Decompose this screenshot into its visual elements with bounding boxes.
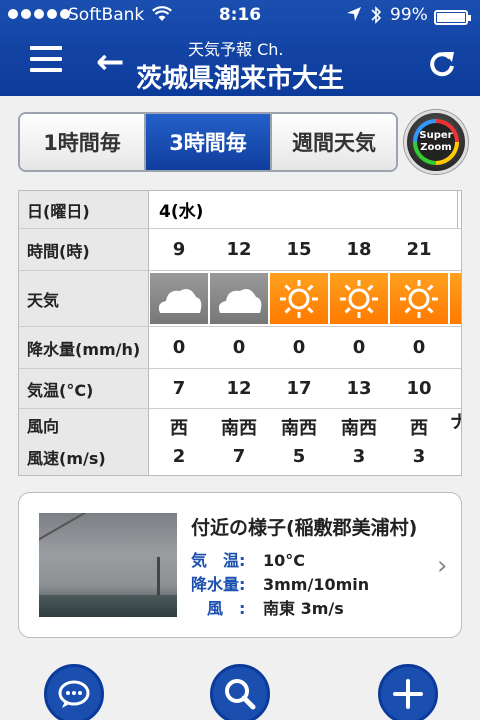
wind-dir-value: ナ bbox=[450, 409, 461, 437]
date-main: 4(水) bbox=[159, 202, 204, 222]
wind-speed-value: 3 bbox=[412, 446, 426, 467]
wind-cell: 西2 bbox=[149, 409, 209, 475]
channel-subtitle: 天気予報 Ch. bbox=[188, 40, 284, 59]
temp-cell: 13 bbox=[346, 378, 372, 399]
wind-dir-value: 南西 bbox=[341, 418, 377, 439]
nearby-wind-label: 風 : bbox=[191, 599, 246, 618]
wind-dir-value: 西 bbox=[170, 418, 188, 439]
wind-dir-value: 西 bbox=[410, 418, 428, 439]
label-date: 日(曜日) bbox=[19, 191, 149, 228]
precip-cell: 0 bbox=[172, 337, 186, 358]
wind-dir-value: 南西 bbox=[221, 418, 257, 439]
sunny-icon bbox=[450, 273, 461, 324]
row-precip: 降水量(mm/h) 0 0 0 0 0 bbox=[19, 327, 461, 369]
sunny-icon bbox=[270, 273, 328, 324]
row-temp: 気温(°C) 7 12 17 13 10 bbox=[19, 369, 461, 409]
nearby-temp: 気 温: 10°C bbox=[191, 547, 305, 571]
label-weather: 天気 bbox=[19, 271, 149, 326]
temp-cell: 17 bbox=[286, 378, 312, 399]
tab-1-hour[interactable]: 1時間毎 bbox=[20, 114, 144, 170]
nearby-precip-label: 降水量: bbox=[191, 575, 246, 594]
menu-button[interactable] bbox=[30, 46, 62, 76]
wind-cell: 南西 3 bbox=[329, 409, 389, 475]
wind-speed-value: 2 bbox=[172, 446, 186, 467]
wind-dir-value: 南西 bbox=[281, 418, 317, 439]
label-wind-dir: 風向 bbox=[27, 417, 60, 436]
precip-cell: 0 bbox=[412, 337, 426, 358]
battery-percent: 99% bbox=[390, 5, 428, 25]
wind-speed-value: 3 bbox=[352, 446, 366, 467]
hours-cell: 21 bbox=[406, 239, 432, 260]
wind-cell: 南西 7 bbox=[209, 409, 269, 475]
nearby-precip-value: 3mm/10min bbox=[263, 575, 370, 594]
wind-cell-partial: ナ bbox=[449, 409, 461, 475]
row-weather: 天気 bbox=[19, 271, 461, 327]
cloudy-icon bbox=[150, 273, 208, 324]
header-bar: SoftBank 8:16 99% ← 天気予報 Ch. 茨城県潮来市大生 bbox=[0, 0, 480, 96]
wind-speed-value: 5 bbox=[292, 446, 306, 467]
search-button[interactable] bbox=[210, 664, 270, 720]
cloudy-icon bbox=[210, 273, 268, 324]
nearby-wind-value: 南東 3m/s bbox=[263, 599, 344, 618]
row-date: 日(曜日) 4(水) 5 bbox=[19, 191, 461, 229]
chat-icon bbox=[58, 680, 90, 708]
label-wind: 風向 風速(m/s) bbox=[19, 409, 149, 475]
refresh-icon[interactable] bbox=[422, 44, 462, 84]
temp-cell: 12 bbox=[226, 378, 252, 399]
nearby-title: 付近の様子(稲敷郡美浦村) bbox=[191, 517, 418, 539]
label-precip: 降水量(mm/h) bbox=[19, 327, 149, 368]
precip-cell: 0 bbox=[292, 337, 306, 358]
nearby-precip: 降水量: 3mm/10min bbox=[191, 571, 369, 595]
row-wind: 風向 風速(m/s) 西2南西7南西5南西3西3ナ bbox=[19, 409, 461, 475]
back-arrow-icon[interactable]: ← bbox=[96, 42, 125, 82]
wind-speed-value: 7 bbox=[232, 446, 246, 467]
sunny-icon bbox=[330, 273, 388, 324]
location-arrow-icon bbox=[346, 6, 362, 27]
precip-cell: 0 bbox=[352, 337, 366, 358]
nearby-conditions-card[interactable]: 付近の様子(稲敷郡美浦村) 気 温: 10°C 降水量: 3mm/10min 風 :… bbox=[18, 492, 462, 638]
status-bar: SoftBank 8:16 99% bbox=[0, 0, 480, 32]
interval-tabs: 1時間毎 3時間毎 週間天気 bbox=[18, 112, 398, 172]
search-icon bbox=[225, 679, 256, 710]
bluetooth-icon bbox=[370, 5, 382, 30]
wind-cell: 南西 5 bbox=[269, 409, 329, 475]
add-icon bbox=[393, 679, 423, 709]
hours-cell: 12 bbox=[226, 239, 252, 260]
nearby-camera-photo bbox=[39, 513, 177, 617]
chat-button[interactable] bbox=[44, 664, 104, 720]
label-temp: 気温(°C) bbox=[19, 369, 149, 408]
super-zoom-label-1: Super bbox=[419, 130, 453, 141]
temp-cell: 7 bbox=[172, 378, 186, 399]
location-title: 茨城県潮来市大生 bbox=[136, 64, 345, 94]
nearby-temp-label: 気 温: bbox=[191, 551, 246, 570]
precip-cell: 0 bbox=[232, 337, 246, 358]
wind-cell: 西3 bbox=[389, 409, 449, 475]
battery-icon bbox=[434, 10, 471, 25]
row-time: 時間(時) 9 12 15 18 21 bbox=[19, 229, 461, 271]
chevron-right-icon[interactable]: › bbox=[437, 551, 447, 581]
add-button[interactable] bbox=[378, 664, 438, 720]
super-zoom-label-2: Zoom bbox=[420, 142, 452, 153]
forecast-table[interactable]: 日(曜日) 4(水) 5 時間(時) 9 12 15 18 21 天気 降水量(mm/h… bbox=[18, 190, 462, 476]
temp-cell: 10 bbox=[406, 378, 432, 399]
nearby-wind: 風 : 南東 3m/s bbox=[191, 595, 344, 619]
nearby-temp-value: 10°C bbox=[263, 551, 306, 570]
tab-weekly[interactable]: 週間天気 bbox=[270, 114, 396, 170]
label-time: 時間(時) bbox=[19, 229, 149, 270]
hours-cell: 9 bbox=[172, 239, 186, 260]
label-wind-speed: 風速(m/s) bbox=[27, 449, 106, 468]
date-next: 5 bbox=[457, 191, 461, 228]
sunny-icon bbox=[390, 273, 448, 324]
tab-3-hour[interactable]: 3時間毎 bbox=[144, 114, 270, 170]
hours-cell: 15 bbox=[286, 239, 312, 260]
hours-cell: 18 bbox=[346, 239, 372, 260]
super-zoom-button[interactable]: Super Zoom bbox=[404, 110, 468, 174]
